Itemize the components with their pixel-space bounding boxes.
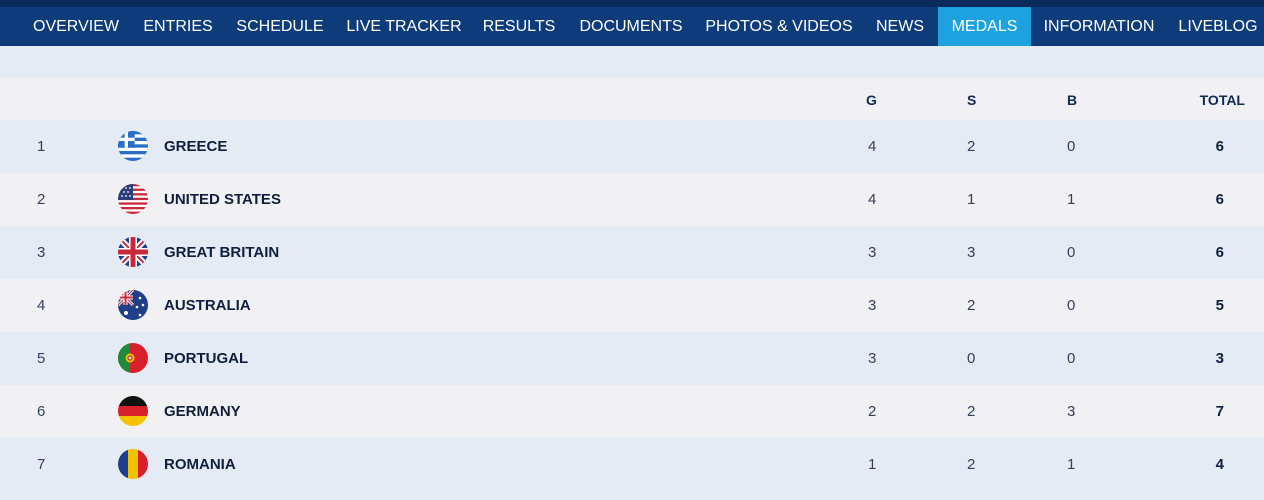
country-name: ROMANIA (164, 456, 236, 473)
nav-tab-news[interactable]: NEWS (866, 7, 934, 46)
gold-count: 3 (868, 297, 877, 314)
rank-cell: 6 (37, 403, 46, 420)
spacer-band (0, 46, 1264, 78)
total-count: 6 (1215, 244, 1224, 261)
bronze-count: 0 (1067, 138, 1076, 155)
nav-tab-schedule[interactable]: SCHEDULE (226, 7, 334, 46)
table-row[interactable]: 5 PORTUGAL 3 0 0 3 (0, 332, 1264, 385)
table-row[interactable]: 6 GERMANY 2 2 3 7 (0, 385, 1264, 438)
bronze-count: 1 (1067, 191, 1076, 208)
silver-count: 1 (967, 191, 976, 208)
gold-count: 4 (868, 191, 877, 208)
australia-flag-icon (118, 290, 148, 320)
united-states-flag-icon (118, 184, 148, 214)
nav-tab-overview[interactable]: OVERVIEW (22, 7, 130, 46)
nav-tab-information[interactable]: INFORMATION (1036, 7, 1162, 46)
table-row[interactable]: 7 ROMANIA 1 2 1 4 (0, 438, 1264, 491)
bronze-count: 0 (1067, 350, 1076, 367)
header-total: TOTAL (1199, 92, 1245, 108)
greece-flag-icon (118, 131, 148, 161)
great-britain-flag-icon (118, 237, 148, 267)
bronze-count: 1 (1067, 456, 1076, 473)
rank-cell: 5 (37, 350, 46, 367)
country-name: GREECE (164, 138, 228, 155)
table-row[interactable]: 3 GREAT BRITAIN 3 3 0 6 (0, 226, 1264, 279)
nav-tab-live-tracker[interactable]: LIVE TRACKER (340, 7, 468, 46)
silver-count: 2 (967, 403, 976, 420)
silver-count: 2 (967, 138, 976, 155)
total-count: 7 (1215, 403, 1224, 420)
total-count: 4 (1215, 456, 1224, 473)
nav-tab-photos-videos[interactable]: PHOTOS & VIDEOS (698, 7, 860, 46)
bronze-count: 0 (1067, 297, 1076, 314)
nav-tab-medals[interactable]: MEDALS (938, 7, 1031, 46)
total-count: 5 (1215, 297, 1224, 314)
total-count: 6 (1215, 138, 1224, 155)
gold-count: 1 (868, 456, 877, 473)
country-name: GREAT BRITAIN (164, 244, 280, 261)
nav-tab-entries[interactable]: ENTRIES (136, 7, 220, 46)
rank-cell: 3 (37, 244, 46, 261)
rank-cell: 7 (37, 456, 46, 473)
bronze-count: 3 (1067, 403, 1076, 420)
nav-tab-documents[interactable]: DOCUMENTS (570, 7, 692, 46)
medal-table-header: G S B TOTAL (0, 78, 1264, 120)
silver-count: 0 (967, 350, 976, 367)
gold-count: 3 (868, 244, 877, 261)
germany-flag-icon (118, 396, 148, 426)
silver-count: 3 (967, 244, 976, 261)
bronze-count: 0 (1067, 244, 1076, 261)
silver-count: 2 (967, 456, 976, 473)
romania-flag-icon (118, 449, 148, 479)
medal-table-body: 1 GREECE 4 2 0 6 2 UNITED STATES 4 1 1 6… (0, 120, 1264, 491)
table-row[interactable]: 2 UNITED STATES 4 1 1 6 (0, 173, 1264, 226)
total-count: 3 (1215, 350, 1224, 367)
header-bronze: B (1067, 92, 1078, 108)
header-silver: S (967, 92, 977, 108)
country-name: UNITED STATES (164, 191, 281, 208)
top-strip (0, 0, 1264, 7)
gold-count: 3 (868, 350, 877, 367)
rank-cell: 4 (37, 297, 46, 314)
country-name: AUSTRALIA (164, 297, 251, 314)
table-row[interactable]: 1 GREECE 4 2 0 6 (0, 120, 1264, 173)
rank-cell: 1 (37, 138, 46, 155)
portugal-flag-icon (118, 343, 148, 373)
gold-count: 2 (868, 403, 877, 420)
header-gold: G (866, 92, 877, 108)
country-name: GERMANY (164, 403, 241, 420)
table-row[interactable]: 4 AUSTRALIA 3 2 0 5 (0, 279, 1264, 332)
gold-count: 4 (868, 138, 877, 155)
main-nav: OVERVIEW ENTRIES SCHEDULE LIVE TRACKER R… (0, 7, 1264, 46)
silver-count: 2 (967, 297, 976, 314)
country-name: PORTUGAL (164, 350, 249, 367)
nav-tab-liveblog[interactable]: LIVEBLOG (1170, 7, 1264, 46)
nav-tab-results[interactable]: RESULTS (474, 7, 564, 46)
total-count: 6 (1215, 191, 1224, 208)
rank-cell: 2 (37, 191, 46, 208)
